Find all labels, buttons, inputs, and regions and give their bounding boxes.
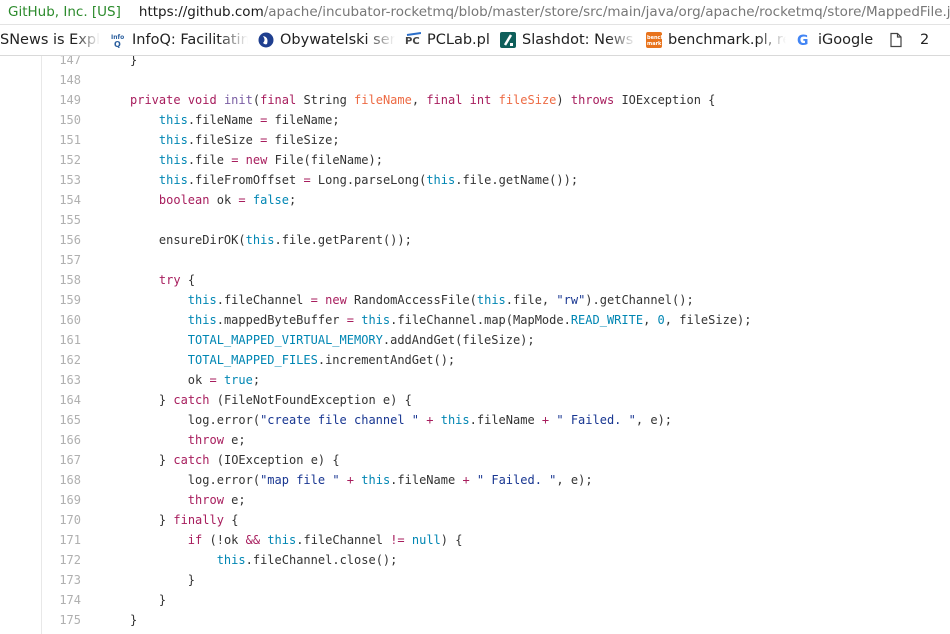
line-source: this.fileFromOffset = Long.parseLong(thi…: [158, 173, 579, 187]
code-line: 168 log.error("map file " + this.fileNam…: [0, 470, 950, 490]
bookmark-snews[interactable]: SNews is Explo: [0, 32, 100, 48]
line-source: private void init(final String fileName,…: [130, 93, 716, 107]
code-line: 149 private void init(final String fileNa…: [0, 90, 950, 110]
code-line: 156 ensureDirOK(this.file.getParent());: [0, 230, 950, 250]
bookmark-infoq[interactable]: Info Q InfoQ: Facilitatin: [110, 32, 248, 48]
security-indicator[interactable]: GitHub, Inc. [US]: [0, 4, 121, 20]
line-source: try {: [158, 273, 196, 287]
bookmark-label: SNews is Explo: [0, 32, 100, 48]
code-line: 160 this.mappedByteBuffer = this.fileCha…: [0, 310, 950, 330]
line-source: ensureDirOK(this.file.getParent());: [158, 233, 412, 247]
infoq-icon: Info Q: [110, 32, 126, 48]
address-bar[interactable]: GitHub, Inc. [US] https://github.com/apa…: [0, 0, 950, 25]
line-source: }: [158, 593, 167, 607]
svg-text:mark: mark: [647, 41, 662, 47]
slashdot-icon: [500, 32, 516, 48]
code-lines: 147} 148 149 private void init(final String…: [0, 56, 950, 630]
page-icon: [888, 32, 904, 48]
bookmark-slashdot[interactable]: Slashdot: News f: [500, 32, 636, 48]
gutter-divider: [41, 56, 42, 634]
line-source: }: [130, 56, 138, 67]
code-line: 154 boolean ok = false;: [0, 190, 950, 210]
line-source: this.fileChannel.close();: [216, 553, 398, 567]
svg-text:Q: Q: [114, 40, 121, 48]
code-line: 148: [0, 70, 950, 90]
code-line: 170 } finally {: [0, 510, 950, 530]
line-source: throw e;: [187, 433, 246, 447]
bookmark-label: InfoQ: Facilitatin: [132, 32, 248, 48]
code-line: 167 } catch (IOException e) {: [0, 450, 950, 470]
code-line: 151 this.fileSize = fileSize;: [0, 130, 950, 150]
bookmark-page[interactable]: [888, 32, 910, 48]
bookmark-label: Obywatelski serv: [280, 32, 395, 48]
code-line: 152 this.file = new File(fileName);: [0, 150, 950, 170]
line-source: this.fileName = fileName;: [158, 113, 340, 127]
code-line: 147}: [0, 56, 950, 70]
bookmark-pclab[interactable]: PC PCLab.pl: [405, 32, 490, 48]
line-source: this.fileChannel = new RandomAccessFile(…: [187, 293, 694, 307]
line-source: }: [187, 573, 196, 587]
bookmarks-bar: SNews is Explo Info Q InfoQ: Facilitatin …: [0, 25, 950, 56]
svg-text:PC: PC: [405, 36, 420, 47]
code-line: 175}: [0, 610, 950, 630]
code-line: 165 log.error("create file channel " + t…: [0, 410, 950, 430]
code-line: 162 TOTAL_MAPPED_FILES.incrementAndGet()…: [0, 350, 950, 370]
bookmark-label: iGoogle: [818, 32, 874, 48]
benchmark-icon: benchmark: [646, 32, 662, 48]
bookmark-igoogle[interactable]: G iGoogle: [796, 32, 878, 48]
code-line: 173 }: [0, 570, 950, 590]
code-line: 171 if (!ok && this.fileChannel != null)…: [0, 530, 950, 550]
code-line: 161 TOTAL_MAPPED_VIRTUAL_MEMORY.addAndGe…: [0, 330, 950, 350]
bookmark-label: Slashdot: News f: [522, 32, 636, 48]
line-source: } finally {: [158, 513, 239, 527]
line-source: } catch (FileNotFoundException e) {: [158, 393, 412, 407]
line-source: this.mappedByteBuffer = this.fileChannel…: [187, 313, 752, 327]
line-source: TOTAL_MAPPED_FILES.incrementAndGet();: [187, 353, 456, 367]
line-source: log.error("create file channel " + this.…: [187, 413, 673, 427]
code-line: 153 this.fileFromOffset = Long.parseLong…: [0, 170, 950, 190]
code-line: 172 this.fileChannel.close();: [0, 550, 950, 570]
line-source: }: [130, 613, 138, 627]
line-source: } catch (IOException e) {: [158, 453, 340, 467]
svg-text:G: G: [797, 33, 809, 48]
url-path[interactable]: /apache/incubator-rocketmq/blob/master/s…: [264, 4, 950, 20]
pclab-icon: PC: [405, 32, 421, 48]
line-source: if (!ok && this.fileChannel != null) {: [187, 533, 463, 547]
bookmark-benchmark[interactable]: benchmark benchmark.pl, re: [646, 32, 786, 48]
code-view: 147} 148 149 private void init(final String…: [0, 56, 950, 634]
code-line: 174 }: [0, 590, 950, 610]
line-source: log.error("map file " + this.fileName + …: [187, 473, 593, 487]
url-host[interactable]: https://github.com: [139, 4, 264, 20]
code-line: 150 this.fileName = fileName;: [0, 110, 950, 130]
code-line: 155: [0, 210, 950, 230]
code-line: 157: [0, 250, 950, 270]
code-line: 163 ok = true;: [0, 370, 950, 390]
line-source: this.file = new File(fileName);: [158, 153, 383, 167]
code-line: 166 throw e;: [0, 430, 950, 450]
code-line: 169 throw e;: [0, 490, 950, 510]
line-source: boolean ok = false;: [158, 193, 297, 207]
code-line: 158 try {: [0, 270, 950, 290]
google-icon: G: [796, 32, 812, 48]
line-source: ok = true;: [187, 373, 261, 387]
bookmark-counter[interactable]: 2: [920, 32, 950, 48]
line-source: this.fileSize = fileSize;: [158, 133, 340, 147]
code-line: 164 } catch (FileNotFoundException e) {: [0, 390, 950, 410]
bookmark-obywatelski[interactable]: Obywatelski serv: [258, 32, 395, 48]
obywatelski-icon: [258, 32, 274, 48]
line-source: throw e;: [187, 493, 246, 507]
line-source: TOTAL_MAPPED_VIRTUAL_MEMORY.addAndGet(fi…: [187, 333, 535, 347]
bookmark-label: benchmark.pl, re: [668, 32, 786, 48]
code-line: 159 this.fileChannel = new RandomAccessF…: [0, 290, 950, 310]
bookmark-label: 2: [920, 32, 930, 48]
bookmark-label: PCLab.pl: [427, 32, 490, 48]
